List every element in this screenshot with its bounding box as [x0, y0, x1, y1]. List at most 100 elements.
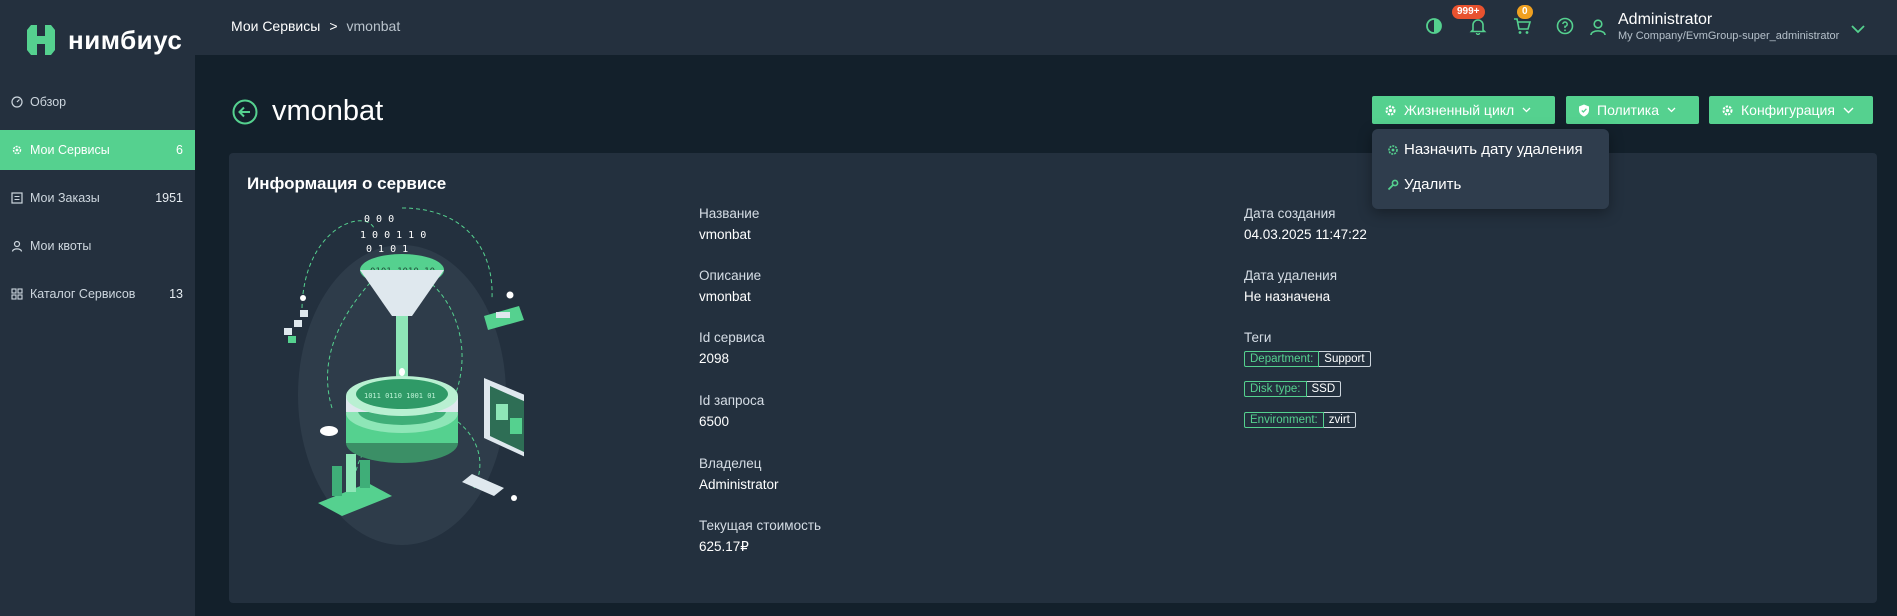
svg-text:1 0 0 1 1 0: 1 0 0 1 1 0	[360, 230, 426, 241]
gear-icon	[1387, 144, 1399, 156]
svg-text:0 1 0 1: 0 1 0 1	[366, 244, 408, 255]
sidebar-item-count: 6	[176, 143, 183, 157]
gear-icon	[1384, 104, 1397, 117]
field-value: Administrator	[699, 477, 779, 492]
chevron-down-icon[interactable]	[1847, 18, 1869, 40]
field-name: Название vmonbat	[699, 206, 759, 242]
tag-key: Disk type:	[1244, 381, 1307, 397]
service-info-card: Информация о сервисе 0 0 0 1 0 0 1 1 0 0…	[229, 153, 1877, 603]
menu-item-delete[interactable]: Удалить	[1387, 176, 1461, 193]
tag-value: Support	[1319, 351, 1371, 367]
card-title: Информация о сервисе	[247, 174, 447, 193]
gear-icon	[10, 143, 24, 157]
menu-item-label: Удалить	[1404, 176, 1462, 193]
field-label: Владелец	[699, 456, 762, 471]
sidebar-item-count: 13	[169, 287, 183, 301]
page-title: vmonbat	[272, 95, 384, 127]
help-icon[interactable]	[1554, 15, 1576, 37]
field-description: Описание vmonbat	[699, 268, 761, 304]
tag-department: Department: Support	[1244, 351, 1371, 367]
field-label: Id сервиса	[699, 330, 765, 345]
sidebar-nav: Обзор Мои Сервисы 6 Мои Заказы 1951 Мои …	[0, 82, 195, 322]
grid-icon	[10, 287, 24, 301]
tags-label: Теги	[1244, 330, 1272, 345]
cart-badge: 0	[1517, 5, 1533, 19]
breadcrumb: Мои Сервисы > vmonbat	[231, 18, 400, 34]
chevron-down-icon	[1843, 107, 1854, 114]
field-label: Дата удаления	[1244, 268, 1338, 283]
logo[interactable]: нимбиус	[22, 20, 182, 60]
field-label: Название	[699, 206, 760, 221]
chevron-down-icon	[1522, 107, 1531, 113]
sidebar-item-my-quotas[interactable]: Мои квоты	[0, 226, 195, 266]
sidebar-item-label: Мои квоты	[30, 239, 92, 253]
field-value: Не назначена	[1244, 289, 1331, 304]
svg-text:0 0 0: 0 0 0	[364, 214, 394, 225]
field-value: vmonbat	[699, 227, 751, 242]
field-owner: Владелец Administrator	[699, 456, 779, 492]
breadcrumb-item-services[interactable]: Мои Сервисы	[231, 18, 320, 34]
field-value: 2098	[699, 351, 730, 366]
menu-item-label: Назначить дату удаления	[1404, 141, 1583, 158]
sidebar-item-label: Обзор	[30, 95, 67, 109]
gear-icon	[1721, 104, 1734, 117]
field-deletion-date: Дата удаления Не назначена	[1244, 268, 1337, 304]
main-content: vmonbat Жизненный цикл Политика Конфигур…	[195, 55, 1897, 616]
wrench-icon	[1387, 179, 1399, 191]
configuration-button[interactable]: Конфигурация	[1709, 96, 1873, 124]
chevron-down-icon	[1667, 107, 1676, 113]
menu-item-schedule-deletion[interactable]: Назначить дату удаления	[1387, 141, 1583, 158]
service-illustration: 0 0 0 1 0 0 1 1 0 0 1 0 1 0101 1010 10 1…	[284, 207, 524, 545]
sidebar-item-my-orders[interactable]: Мои Заказы 1951	[0, 178, 195, 218]
breadcrumb-separator: >	[329, 18, 338, 34]
lifecycle-dropdown-menu: Назначить дату удаления Удалить	[1372, 129, 1609, 209]
tag-value: zvirt	[1323, 412, 1356, 428]
tag-key: Environment:	[1244, 412, 1324, 428]
theme-toggle-icon[interactable]	[1423, 15, 1445, 37]
field-value: 04.03.2025 11:47:22	[1244, 227, 1367, 242]
user-avatar-icon[interactable]	[1587, 16, 1609, 38]
tag-value: SSD	[1306, 381, 1342, 397]
sidebar-item-count: 1951	[155, 191, 183, 205]
field-current-cost: Текущая стоимость 625.17₽	[699, 518, 821, 555]
svg-text:1011 0110 1001 01: 1011 0110 1001 01	[364, 392, 436, 400]
arrow-left-icon	[232, 99, 258, 125]
sidebar-item-label: Мои Заказы	[30, 191, 100, 205]
field-request-id: Id запроса 6500	[699, 393, 764, 429]
lifecycle-button-label: Жизненный цикл	[1404, 102, 1515, 118]
logo-text: нимбиус	[68, 24, 183, 55]
sidebar-item-label: Каталог Сервисов	[30, 287, 136, 301]
policy-button[interactable]: Политика	[1566, 96, 1699, 124]
sidebar-item-overview[interactable]: Обзор	[0, 82, 195, 122]
configuration-button-label: Конфигурация	[1741, 102, 1835, 118]
user-icon	[10, 239, 24, 253]
dashboard-icon	[10, 95, 24, 109]
sidebar-item-service-catalog[interactable]: Каталог Сервисов 13	[0, 274, 195, 314]
field-created-date: Дата создания 04.03.2025 11:47:22	[1244, 206, 1367, 242]
sidebar-item-my-services[interactable]: Мои Сервисы 6	[0, 130, 195, 170]
tag-environment: Environment: zvirt	[1244, 412, 1356, 428]
sidebar-item-label: Мои Сервисы	[30, 143, 110, 157]
user-name: Administrator	[1618, 11, 1713, 28]
shield-icon	[1578, 104, 1590, 117]
top-bar: Мои Сервисы > vmonbat 999+ 0 Administrat…	[195, 0, 1897, 55]
policy-button-label: Политика	[1597, 102, 1659, 118]
tag-disk-type: Disk type: SSD	[1244, 381, 1342, 397]
field-label: Id запроса	[699, 393, 765, 408]
field-value: 625.17₽	[699, 539, 749, 554]
notifications-badge: 999+	[1452, 5, 1485, 19]
field-label: Текущая стоимость	[699, 518, 822, 533]
field-value: vmonbat	[699, 289, 751, 304]
nimbius-logo-icon	[27, 25, 55, 55]
lifecycle-button[interactable]: Жизненный цикл	[1372, 96, 1555, 124]
user-menu[interactable]: Administrator My Company/EvmGroup-super_…	[1618, 11, 1839, 42]
field-value: 6500	[699, 414, 730, 429]
field-label: Дата создания	[1244, 206, 1336, 221]
field-label: Описание	[699, 268, 762, 283]
list-icon	[10, 191, 24, 205]
field-service-id: Id сервиса 2098	[699, 330, 765, 366]
user-organization: My Company/EvmGroup-super_administrator	[1618, 30, 1840, 42]
tag-key: Department:	[1244, 351, 1320, 367]
breadcrumb-item-current: vmonbat	[346, 18, 401, 34]
back-button[interactable]	[232, 99, 258, 125]
